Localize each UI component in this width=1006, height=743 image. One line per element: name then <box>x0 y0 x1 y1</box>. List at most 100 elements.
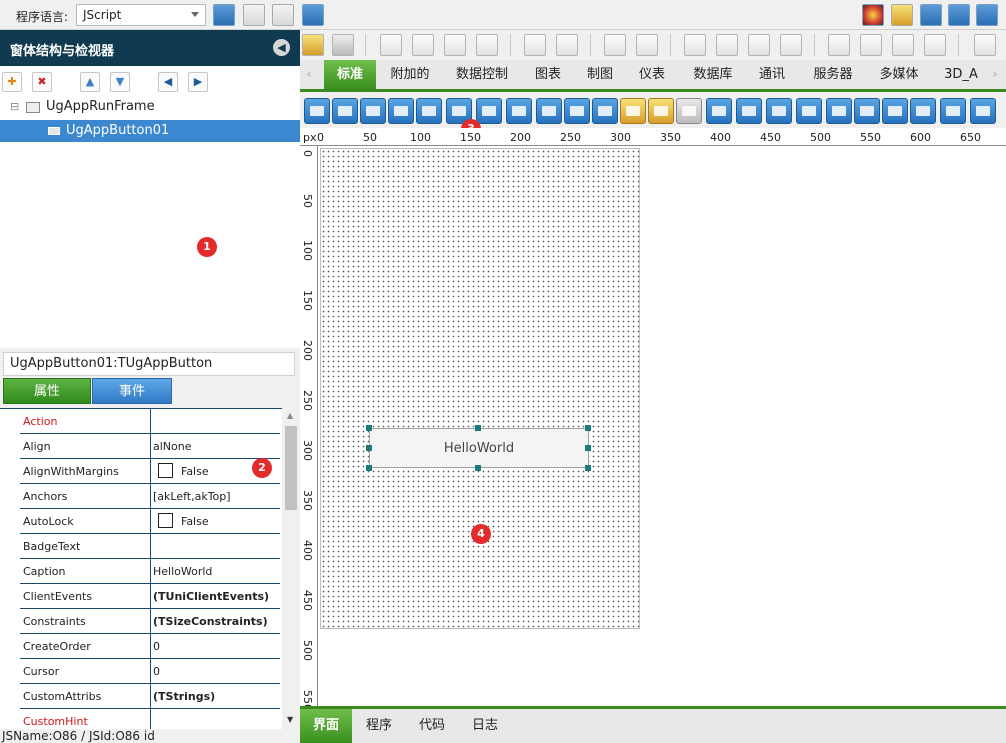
checkbox[interactable] <box>158 512 173 528</box>
save-icon[interactable] <box>332 34 354 56</box>
shape-icon[interactable] <box>910 98 936 124</box>
property-value[interactable]: (TUniClientEvents) <box>151 584 280 609</box>
expand-arrow-icon[interactable] <box>6 615 14 625</box>
window-icon[interactable] <box>976 4 998 26</box>
move-up-icon[interactable]: ▲ <box>80 72 100 92</box>
space-v2-icon[interactable] <box>780 34 802 56</box>
tab-gauge[interactable]: 仪表 <box>630 60 674 89</box>
align-right-icon[interactable] <box>412 34 434 56</box>
groupbox-icon[interactable] <box>620 98 646 124</box>
resize-handle[interactable] <box>366 465 372 471</box>
same-width-icon[interactable] <box>604 34 626 56</box>
tab-code[interactable]: 代码 <box>406 709 458 743</box>
tree-node-selected[interactable]: UgAppButton01 <box>0 120 300 142</box>
property-row[interactable]: Align alNone <box>20 434 280 459</box>
tab-database[interactable]: 数据库 <box>684 60 742 89</box>
open-icon[interactable] <box>302 34 324 56</box>
property-value[interactable]: HelloWorld <box>151 559 280 584</box>
edit-box-icon[interactable] <box>388 98 414 124</box>
property-row[interactable]: BadgeText <box>20 534 280 559</box>
splitter-icon[interactable] <box>882 98 908 124</box>
resize-handle[interactable] <box>366 445 372 451</box>
tab-program[interactable]: 程序 <box>353 709 405 743</box>
tab-communication[interactable]: 通讯 <box>750 60 794 89</box>
tab-properties[interactable]: 属性 <box>3 378 91 404</box>
resize-handle[interactable] <box>585 425 591 431</box>
resize-handle[interactable] <box>475 425 481 431</box>
tab-standard[interactable]: 标准 <box>324 60 376 89</box>
picture-icon[interactable] <box>416 98 442 124</box>
property-row[interactable]: ClientEvents (TUniClientEvents) <box>20 584 280 609</box>
numeric-edit-icon[interactable] <box>766 98 792 124</box>
tab-drawing[interactable]: 制图 <box>578 60 622 89</box>
center-h-icon[interactable] <box>524 34 546 56</box>
expand-arrow-icon[interactable] <box>6 490 14 500</box>
paste-icon[interactable] <box>272 4 294 26</box>
timer-icon[interactable] <box>796 98 822 124</box>
space-h2-icon[interactable] <box>716 34 738 56</box>
property-value[interactable]: [akLeft,akTop] <box>151 484 280 509</box>
calendar-icon[interactable] <box>564 98 590 124</box>
property-row[interactable]: AutoLock False <box>20 509 280 534</box>
property-row[interactable]: CustomAttribs (TStrings) <box>20 684 280 709</box>
image-icon[interactable] <box>332 98 358 124</box>
align-top-icon[interactable] <box>444 34 466 56</box>
checkbox-icon[interactable] <box>536 98 562 124</box>
collapse-icon[interactable]: ◀ <box>273 39 290 56</box>
property-row[interactable]: Anchors [akLeft,akTop] <box>20 484 280 509</box>
hello-world-button[interactable]: HelloWorld <box>369 428 589 468</box>
checkbox[interactable] <box>158 462 173 478</box>
property-value[interactable] <box>151 409 280 434</box>
property-value[interactable] <box>151 709 280 730</box>
move-down-icon[interactable]: ▼ <box>110 72 130 92</box>
property-row[interactable]: CreateOrder 0 <box>20 634 280 659</box>
property-value[interactable]: 0 <box>151 659 280 684</box>
tab-additional[interactable]: 附加的 <box>380 60 440 89</box>
color-wheel-icon[interactable] <box>862 4 884 26</box>
property-value[interactable]: alNone <box>151 434 280 459</box>
export-icon[interactable] <box>302 4 324 26</box>
property-row[interactable]: Action <box>20 409 280 434</box>
property-row[interactable]: Caption HelloWorld <box>20 559 280 584</box>
align-bottom-icon[interactable] <box>476 34 498 56</box>
center-v-icon[interactable] <box>556 34 578 56</box>
scroll-up-icon[interactable]: ▲ <box>287 411 293 420</box>
refresh-icon[interactable] <box>948 4 970 26</box>
resize-handle[interactable] <box>585 445 591 451</box>
tab-log[interactable]: 日志 <box>459 709 511 743</box>
property-value[interactable]: (TSizeConstraints) <box>151 609 280 634</box>
radio-icon[interactable] <box>940 98 966 124</box>
move-right-icon[interactable]: ▶ <box>188 72 208 92</box>
container-icon[interactable] <box>676 98 702 124</box>
order-back-icon[interactable] <box>860 34 882 56</box>
property-row[interactable]: AlignWithMargins False <box>20 459 280 484</box>
listbox-icon[interactable] <box>592 98 618 124</box>
tab-multimedia[interactable]: 多媒体 <box>870 60 928 89</box>
upload-icon[interactable] <box>826 98 852 124</box>
zoom-icon[interactable] <box>920 4 942 26</box>
combobox-icon[interactable] <box>506 98 532 124</box>
memo-icon[interactable] <box>476 98 502 124</box>
language-select[interactable]: JScript <box>76 4 206 26</box>
resize-handle[interactable] <box>366 425 372 431</box>
add-node-icon[interactable]: ✚ <box>2 72 22 92</box>
tree-node[interactable]: ⊟ UgAppRunFrame <box>0 96 300 118</box>
space-v-icon[interactable] <box>748 34 770 56</box>
tab-server[interactable]: 服务器 <box>804 60 862 89</box>
tab-events[interactable]: 事件 <box>92 378 172 404</box>
property-value[interactable]: (TStrings) <box>151 684 280 709</box>
property-row[interactable]: Cursor 0 <box>20 659 280 684</box>
progress-icon[interactable] <box>706 98 732 124</box>
scrollbar-thumb[interactable] <box>285 426 297 510</box>
move-left-icon[interactable]: ◀ <box>158 72 178 92</box>
property-row[interactable]: CustomHint <box>20 709 280 730</box>
expand-arrow-icon[interactable] <box>6 590 14 600</box>
toggle-icon[interactable] <box>970 98 996 124</box>
order-front-icon[interactable] <box>828 34 850 56</box>
space-h-icon[interactable] <box>684 34 706 56</box>
order-down-icon[interactable] <box>924 34 946 56</box>
button-icon[interactable] <box>360 98 386 124</box>
align-left-icon[interactable] <box>380 34 402 56</box>
order-up-icon[interactable] <box>892 34 914 56</box>
tree-expander-icon[interactable]: ⊟ <box>10 96 19 118</box>
